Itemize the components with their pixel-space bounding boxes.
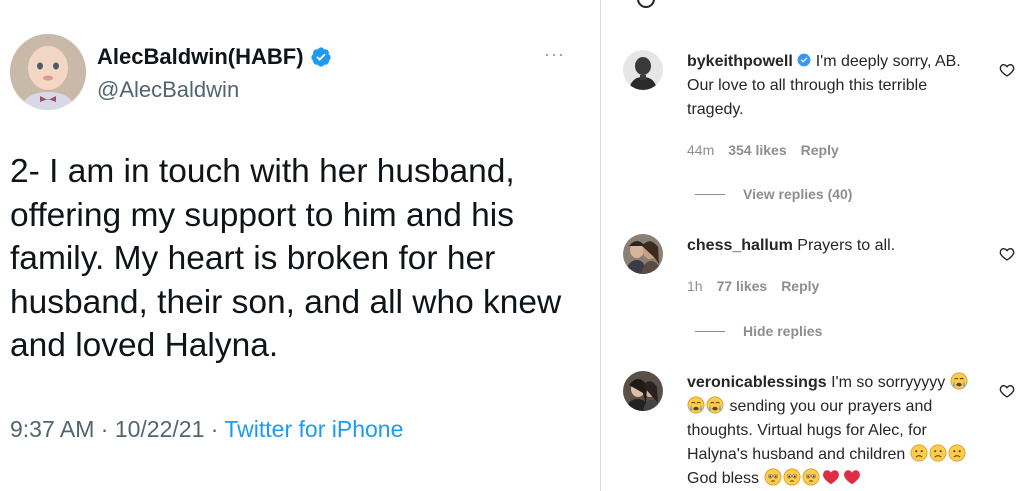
red-heart-icon (843, 470, 860, 485)
comment-meta: 1h 77 likes Reply (687, 278, 833, 294)
comment-time[interactable]: 44m (687, 142, 714, 158)
comment-text: bykeithpowell I'm deeply sorry, AB. Our … (687, 50, 972, 122)
replies-toggle-label: Hide replies (743, 323, 823, 339)
tweet-author-name[interactable]: AlecBaldwin(HABF) (97, 44, 332, 70)
replies-divider (695, 330, 725, 332)
tweet-avatar[interactable] (10, 34, 86, 110)
commenter-avatar[interactable] (623, 50, 663, 90)
more-dots-icon[interactable]: ··· (544, 44, 565, 65)
comment-body-part-3: God bless (687, 470, 760, 487)
comment-username[interactable]: veronicablessings (687, 374, 827, 391)
red-heart-icon (822, 470, 839, 485)
sad-face-icon (929, 444, 947, 462)
comment-username[interactable]: bykeithpowell (687, 53, 793, 70)
tweet-text: 2- I am in touch with her husband, offer… (10, 153, 562, 364)
emoji-group (764, 468, 863, 487)
heart-outline-icon[interactable] (999, 246, 1015, 262)
pleading-face-icon (802, 468, 819, 486)
sad-face-icon (948, 444, 966, 462)
replies-toggle-label: View replies (40) (743, 186, 853, 202)
crying-face-icon (687, 396, 705, 414)
comments-panel: bykeithpowell I'm deeply sorry, AB. Our … (601, 0, 1024, 491)
comment-body-part-1: I'm so sorryyyyy (831, 374, 946, 391)
comment-username[interactable]: chess_hallum (687, 237, 793, 254)
emoji-group (910, 444, 967, 463)
tweet-author-handle[interactable]: @AlecBaldwin (97, 77, 239, 103)
tweet-source-link[interactable]: Twitter for iPhone (224, 416, 403, 442)
reply-button[interactable]: Reply (801, 142, 839, 158)
comment-body: Prayers to all. (797, 237, 896, 254)
replies-divider (695, 193, 725, 195)
hide-replies-toggle[interactable]: Hide replies (695, 323, 822, 339)
reply-button[interactable]: Reply (781, 278, 819, 294)
verified-badge-icon (310, 47, 331, 67)
comment-likes[interactable]: 77 likes (717, 278, 768, 294)
tweet-metadata: 9:37 AM · 10/22/21 · Twitter for iPhone (10, 416, 403, 443)
comment-icon[interactable] (637, 0, 655, 8)
verified-badge-icon (797, 53, 811, 67)
comment-meta: 44m 354 likes Reply (687, 142, 853, 158)
pleading-face-icon (783, 468, 800, 486)
tweet-card: AlecBaldwin(HABF) @AlecBaldwin ··· 2- I … (0, 0, 600, 491)
sad-face-icon (910, 444, 928, 462)
author-name-text: AlecBaldwin(HABF) (97, 44, 304, 69)
commenter-avatar[interactable] (623, 234, 663, 274)
crying-face-icon (950, 372, 968, 390)
heart-outline-icon[interactable] (999, 62, 1015, 78)
view-replies-toggle[interactable]: View replies (40) (695, 186, 852, 202)
commenter-avatar[interactable] (623, 371, 663, 411)
comment-time[interactable]: 1h (687, 278, 703, 294)
comment-likes[interactable]: 354 likes (728, 142, 786, 158)
comment-text: veronicablessings I'm so sorryyyyy sendi… (687, 371, 972, 491)
crying-face-icon (706, 396, 724, 414)
pleading-face-icon (764, 468, 781, 486)
comment-text: chess_hallum Prayers to all. (687, 234, 972, 258)
heart-outline-icon[interactable] (999, 383, 1015, 399)
tweet-timestamp[interactable]: 9:37 AM · 10/22/21 · (10, 416, 224, 442)
